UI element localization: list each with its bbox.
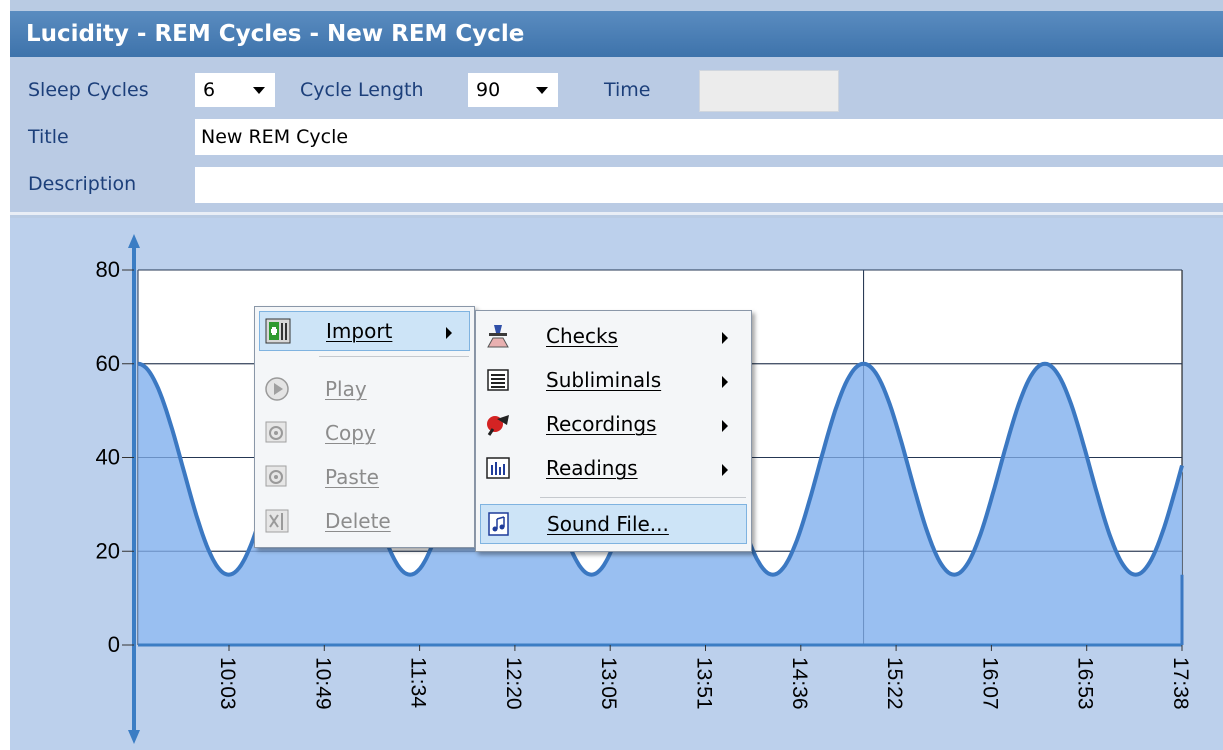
cycle-length-label: Cycle Length xyxy=(300,79,424,101)
window-title: Lucidity - REM Cycles - New REM Cycle xyxy=(10,11,1223,57)
x-tick-label: 12:20 xyxy=(502,657,525,710)
y-axis-arrow-up xyxy=(128,234,140,248)
y-tick-label: 60 xyxy=(96,351,120,376)
checks-label: Checks xyxy=(546,324,618,348)
y-tick-label: 40 xyxy=(96,445,120,470)
submenu-arrow-icon xyxy=(722,332,728,344)
submenu-arrow-icon xyxy=(722,464,728,476)
subliminals-label: Subliminals xyxy=(546,368,662,392)
menu-item-play[interactable]: Play xyxy=(259,370,470,410)
y-tick-label: 20 xyxy=(96,538,120,563)
description-label: Description xyxy=(28,173,137,195)
x-tick-label: 15:22 xyxy=(883,657,906,710)
title-label: Title xyxy=(28,126,69,148)
paste-icon xyxy=(265,465,287,487)
copy-label: Copy xyxy=(325,421,376,445)
menu-item-copy[interactable]: Copy xyxy=(259,414,470,454)
submenu-item-subliminals[interactable]: Subliminals xyxy=(480,361,747,401)
x-tick-label: 13:05 xyxy=(597,657,620,710)
import-label: Import xyxy=(326,319,393,343)
checks-icon xyxy=(487,325,509,348)
menu-separator xyxy=(319,356,469,357)
title-field[interactable]: New REM Cycle xyxy=(195,119,1223,155)
time-field[interactable] xyxy=(699,70,839,112)
sleep-cycles-dropdown[interactable]: 6 xyxy=(195,73,275,107)
menu-separator xyxy=(540,497,746,498)
x-tick-label: 14:36 xyxy=(788,657,811,710)
x-tick-label: 16:53 xyxy=(1074,657,1097,710)
import-submenu: Checks Subliminals Recordings Readings S… xyxy=(475,310,752,552)
y-axis-arrow-down xyxy=(128,730,140,744)
delete-icon xyxy=(265,509,289,533)
play-icon xyxy=(265,377,289,401)
rem-cycle-form: Sleep Cycles 6 Cycle Length 90 Time Titl… xyxy=(10,57,1223,212)
cycle-length-dropdown[interactable]: 90 xyxy=(468,73,558,107)
readings-label: Readings xyxy=(546,456,638,480)
subliminals-icon xyxy=(487,369,509,391)
sleep-cycles-value: 6 xyxy=(203,79,216,101)
paste-label: Paste xyxy=(325,465,379,489)
description-field[interactable] xyxy=(195,167,1223,203)
sound-file-label: Sound File... xyxy=(547,512,669,536)
context-menu: Import Play Copy Paste Delete xyxy=(254,306,475,548)
copy-icon xyxy=(265,421,287,443)
x-tick-label: 16:07 xyxy=(978,657,1001,710)
x-tick-label: 10:03 xyxy=(216,657,239,710)
delete-label: Delete xyxy=(325,509,391,533)
import-icon xyxy=(265,318,291,344)
x-tick-label: 13:51 xyxy=(693,657,716,710)
sleep-cycles-label: Sleep Cycles xyxy=(28,79,149,101)
x-tick-label: 10:49 xyxy=(311,657,334,710)
y-tick-label: 0 xyxy=(108,632,120,657)
submenu-item-sound-file[interactable]: Sound File... xyxy=(480,504,747,544)
menu-item-delete[interactable]: Delete xyxy=(259,502,470,542)
submenu-arrow-icon xyxy=(722,420,728,432)
menu-item-paste[interactable]: Paste xyxy=(259,458,470,498)
submenu-item-checks[interactable]: Checks xyxy=(480,317,747,357)
x-tick-label: 11:34 xyxy=(407,657,430,708)
readings-icon xyxy=(486,457,510,479)
recordings-label: Recordings xyxy=(546,412,657,436)
recordings-icon xyxy=(487,415,509,436)
play-label: Play xyxy=(325,377,367,401)
menu-item-import[interactable]: Import xyxy=(259,311,470,351)
submenu-item-recordings[interactable]: Recordings xyxy=(480,405,747,445)
chevron-down-icon xyxy=(536,87,548,94)
submenu-arrow-icon xyxy=(446,327,452,339)
form-divider xyxy=(10,212,1223,215)
submenu-arrow-icon xyxy=(722,376,728,388)
cycle-length-value: 90 xyxy=(476,79,501,101)
chevron-down-icon xyxy=(253,87,265,94)
time-label: Time xyxy=(604,79,651,101)
sound-file-icon xyxy=(488,512,509,536)
submenu-item-readings[interactable]: Readings xyxy=(480,449,747,489)
x-tick-label: 17:38 xyxy=(1169,657,1192,710)
y-tick-label: 80 xyxy=(96,257,120,282)
